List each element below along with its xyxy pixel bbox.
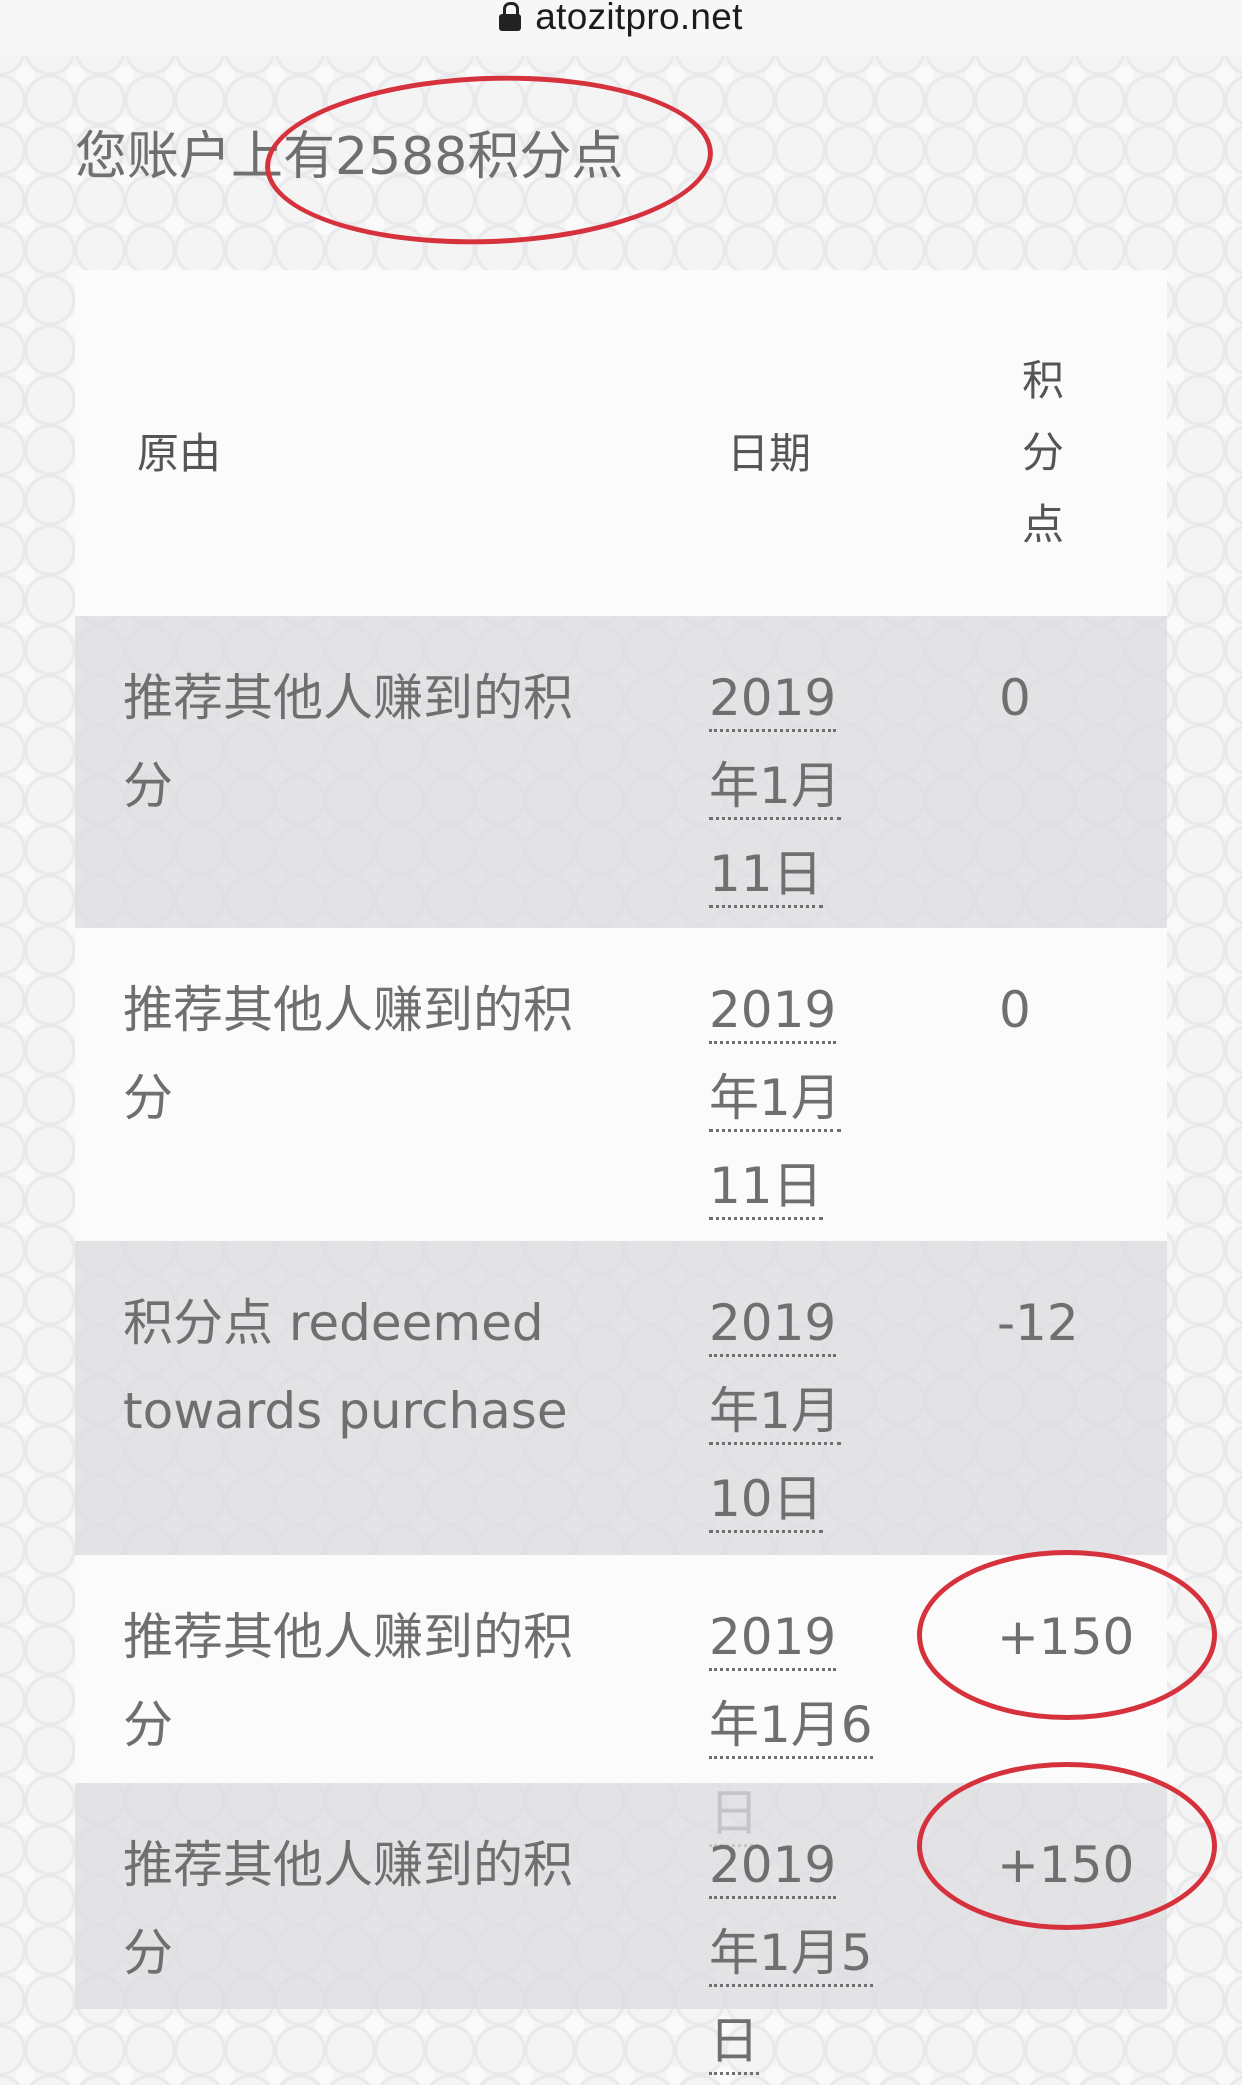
header-date: 日期	[727, 429, 812, 478]
row-points: +150	[997, 1608, 1135, 1666]
row-points: 0	[999, 669, 1031, 727]
row-date: 2019年1月10日	[709, 1279, 885, 1543]
row-reason: 推荐其他人赚到的积分	[123, 1608, 573, 1754]
url-text: atozitpro.net	[535, 0, 743, 37]
row-points: 0	[999, 981, 1031, 1039]
row-reason: 积分点 redeemed towards purchase	[123, 1294, 568, 1440]
lock-icon	[499, 2, 522, 32]
row-date: 2019年1月11日	[709, 966, 885, 1230]
header-reason: 原由	[137, 429, 222, 478]
row-points: +150	[997, 1836, 1135, 1894]
browser-url-bar[interactable]: atozitpro.net	[0, 0, 1242, 56]
points-balance-text: 您账户上有2588积分点	[75, 127, 624, 187]
row-date-text: 2019年1月11日	[709, 669, 841, 908]
table-row: 推荐其他人赚到的积分 2019年1月11日 0	[75, 928, 1167, 1241]
row-points: -12	[997, 1294, 1079, 1352]
points-history-table: 原由 日期 积分点 推荐其他人赚到的积分 2019年1月11日 0 推荐其他人赚…	[75, 270, 1167, 2075]
row-date-text: 2019年1月10日	[709, 1294, 841, 1533]
table-header: 原由 日期 积分点	[75, 270, 1167, 616]
table-row: 推荐其他人赚到的积分 2019年1月5日 +150	[75, 1783, 1167, 2075]
row-date-text: 2019年1月5日	[709, 1836, 873, 2075]
url-display[interactable]: atozitpro.net	[499, 0, 743, 38]
row-date: 2019年1月5日	[709, 1821, 885, 2085]
row-reason: 推荐其他人赚到的积分	[123, 1836, 573, 1982]
row-reason: 推荐其他人赚到的积分	[123, 669, 573, 815]
row-date-text: 2019年1月11日	[709, 981, 841, 1220]
table-row: 积分点 redeemed towards purchase 2019年1月10日…	[75, 1241, 1167, 1555]
table-row: 推荐其他人赚到的积分 2019年1月6日 +150	[75, 1555, 1167, 1847]
row-date: 2019年1月11日	[709, 654, 885, 918]
table-row: 推荐其他人赚到的积分 2019年1月11日 0	[75, 616, 1167, 928]
row-reason: 推荐其他人赚到的积分	[123, 981, 573, 1127]
header-points: 积分点	[1021, 356, 1064, 549]
